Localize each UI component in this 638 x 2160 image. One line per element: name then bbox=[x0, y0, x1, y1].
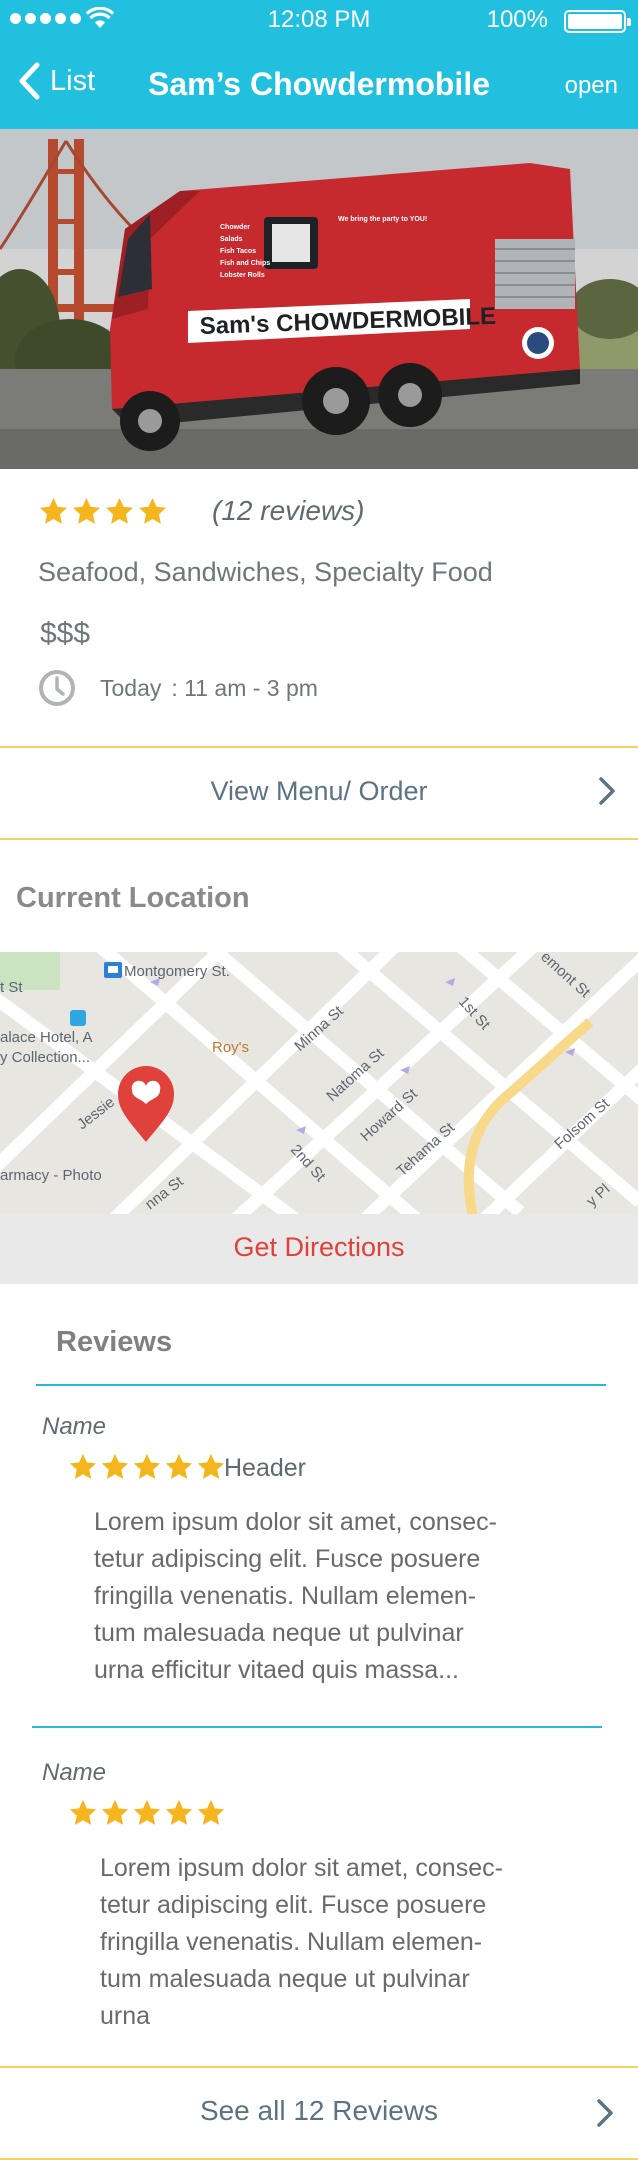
svg-text:Chowder: Chowder bbox=[220, 224, 250, 231]
reviews-title: Reviews bbox=[56, 1326, 173, 1358]
get-directions-label: Get Directions bbox=[233, 1232, 405, 1262]
review-item: Name Header Lorem ipsum dolor sit amet, … bbox=[0, 1410, 638, 1720]
location-map[interactable]: Montgomery St. alace Hotel, A y Collecti… bbox=[0, 952, 638, 1214]
page-title: Sam’s Chowdermobile bbox=[148, 66, 490, 102]
hours-row: Today : 11 am - 3 pm bbox=[38, 669, 318, 707]
map-label-collection: y Collection... bbox=[0, 1049, 90, 1066]
star-icon bbox=[72, 497, 101, 524]
current-location-title: Current Location bbox=[16, 882, 250, 914]
star-icon bbox=[105, 497, 134, 524]
star-icon bbox=[101, 1799, 129, 1825]
top-bar: 12:08 PM 100% List Sam’s Chowdermobile o… bbox=[0, 0, 638, 129]
clock-icon bbox=[39, 670, 75, 706]
star-icon bbox=[197, 1453, 225, 1479]
see-all-reviews-label: See all 12 Reviews bbox=[199, 2095, 439, 2126]
view-menu-order-label: View Menu/ Order bbox=[210, 776, 428, 806]
svg-text:Lobster Rolls: Lobster Rolls bbox=[220, 272, 265, 279]
map-label-montgomery: Montgomery St. bbox=[124, 963, 230, 980]
open-status: open bbox=[564, 72, 618, 99]
map-label-roys: Roy's bbox=[212, 1039, 249, 1056]
rating-row: (12 reviews) bbox=[38, 495, 364, 527]
truck-info: (12 reviews) Seafood, Sandwiches, Specia… bbox=[0, 469, 638, 746]
review-item: Name Lorem ipsum dolor sit amet, consec-… bbox=[0, 1756, 638, 2046]
map-label-palace: alace Hotel, A bbox=[0, 1029, 93, 1046]
chevron-right-icon bbox=[597, 2099, 613, 2127]
battery-icon bbox=[564, 10, 631, 33]
star-icon bbox=[133, 1799, 161, 1825]
review-body: Lorem ipsum dolor sit amet, consec- tetu… bbox=[100, 1854, 503, 2030]
svg-text:We bring the party to YOU!: We bring the party to YOU! bbox=[338, 216, 427, 223]
review-stars bbox=[68, 1452, 226, 1482]
hours-day: Today bbox=[100, 674, 162, 701]
star-icon bbox=[133, 1453, 161, 1479]
svg-text:Fish and Chips: Fish and Chips bbox=[220, 260, 270, 267]
star-icon bbox=[69, 1453, 97, 1479]
review-name: Name bbox=[42, 1413, 107, 1440]
star-icon bbox=[69, 1799, 97, 1825]
svg-text:Fish Tacos: Fish Tacos bbox=[220, 248, 256, 255]
star-icon bbox=[138, 497, 167, 524]
nav-bar: List Sam’s Chowdermobile open bbox=[0, 40, 638, 129]
map-label-tst: t St bbox=[0, 979, 23, 996]
review-body: Lorem ipsum dolor sit amet, consec- tetu… bbox=[94, 1508, 497, 1684]
chevron-right-icon bbox=[599, 777, 615, 805]
rating-stars bbox=[38, 496, 168, 527]
get-directions-button[interactable]: Get Directions bbox=[0, 1214, 638, 1284]
svg-text:Salads: Salads bbox=[220, 236, 243, 243]
map-label-pharmacy: armacy - Photo bbox=[0, 1167, 102, 1184]
review-header: Header bbox=[224, 1454, 306, 1482]
reviews-count: (12 reviews) bbox=[212, 495, 365, 526]
review-stars bbox=[68, 1798, 226, 1828]
star-icon bbox=[39, 497, 68, 524]
star-icon bbox=[197, 1799, 225, 1825]
star-icon bbox=[101, 1453, 129, 1479]
price-level: $$$ bbox=[40, 617, 91, 650]
star-icon bbox=[165, 1453, 193, 1479]
status-bar: 12:08 PM 100% bbox=[0, 0, 638, 40]
review-name: Name bbox=[42, 1759, 107, 1786]
food-truck-photo: Sam's CHOWDERMOBILE Chowder Salads Fish … bbox=[0, 129, 638, 469]
review-divider bbox=[32, 1726, 602, 1728]
battery-percent: 100% bbox=[486, 6, 548, 33]
star-icon bbox=[165, 1799, 193, 1825]
categories: Seafood, Sandwiches, Specialty Food bbox=[38, 557, 493, 587]
hours-text: Today : 11 am - 3 pm bbox=[100, 675, 318, 702]
hours-time: : 11 am - 3 pm bbox=[171, 674, 318, 701]
reviews-divider bbox=[36, 1384, 606, 1386]
see-all-reviews-button[interactable]: See all 12 Reviews bbox=[0, 2066, 638, 2160]
view-menu-order-button[interactable]: View Menu/ Order bbox=[0, 746, 638, 840]
